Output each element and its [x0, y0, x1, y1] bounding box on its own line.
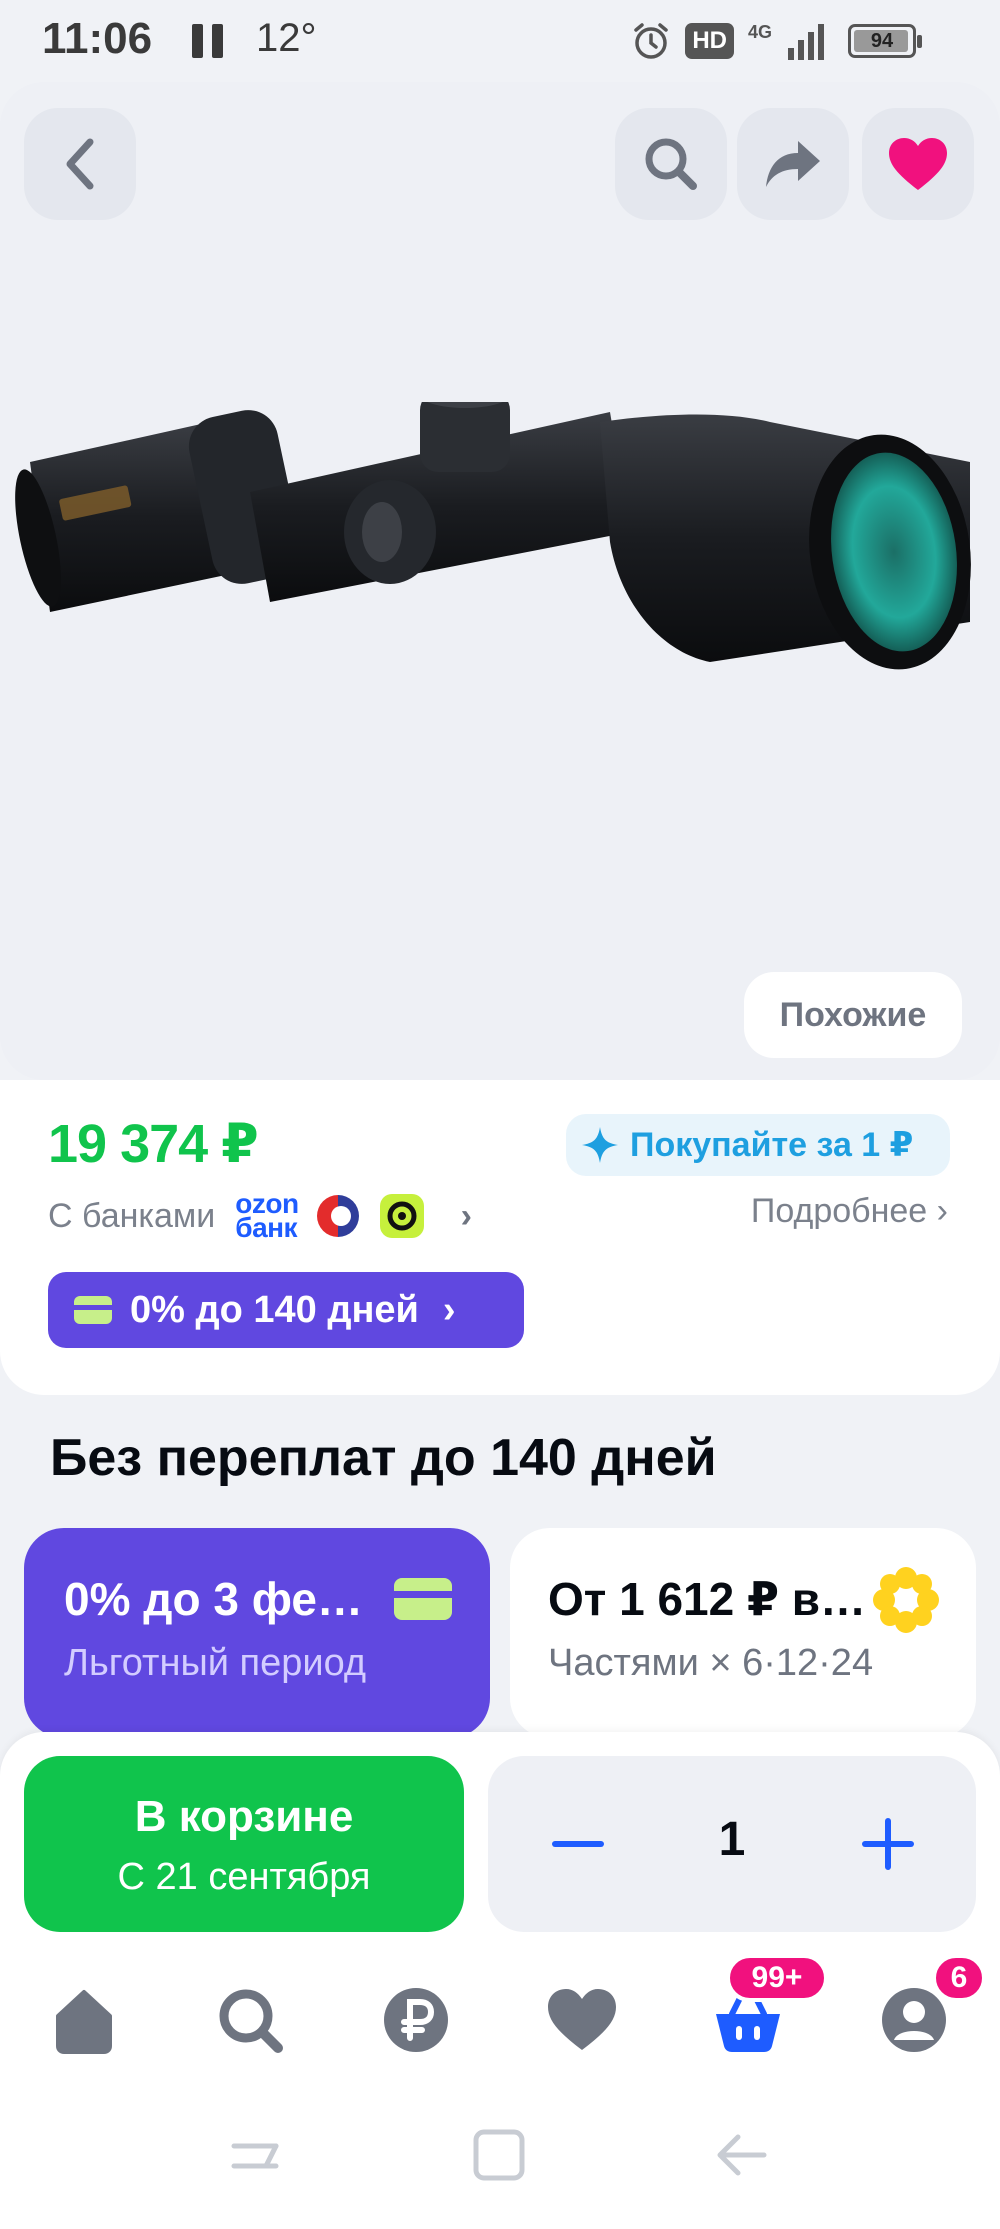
product-gallery[interactable]: Похожие	[0, 82, 1000, 1080]
home-icon[interactable]	[44, 1980, 124, 2060]
promo-parts-card[interactable]: От 1 612 ₽ в… Частями × 6·12·24	[510, 1528, 976, 1738]
similar-products-button[interactable]: Похожие	[744, 972, 962, 1058]
in-cart-button[interactable]: В корзине С 21 сентября	[24, 1756, 464, 1932]
profile-count-badge: 6	[932, 1954, 986, 2002]
card-icon	[74, 1296, 112, 1324]
promo-grace-subtitle: Льготный период	[64, 1642, 367, 1684]
network-type: 4G	[747, 21, 772, 42]
search-button[interactable]	[615, 108, 727, 220]
home-square-icon[interactable]	[464, 2120, 534, 2190]
battery-icon: 94	[848, 24, 922, 58]
promo-parts-title: От 1 612 ₽ в…	[548, 1573, 867, 1625]
bank-logo-green-icon	[379, 1194, 424, 1238]
chevron-right-icon: ›	[936, 1192, 948, 1230]
flower-logo-icon	[873, 1567, 939, 1633]
buy-for-1-badge[interactable]: Покупайте за 1 ₽	[566, 1114, 950, 1176]
banks-label: С банками	[48, 1196, 216, 1235]
banks-row[interactable]: С банками ozon банк ›	[48, 1188, 472, 1244]
promo-grace-period-card[interactable]: 0% до 3 фе… Льготный период	[24, 1528, 490, 1738]
status-indicators: HD 4G 94	[631, 18, 922, 64]
price-card: 19 374 ₽ Покупайте за 1 ₽ С банками ozon…	[0, 1080, 1000, 1395]
promo-grace-title: 0% до 3 фе…	[64, 1573, 363, 1625]
status-temperature: 12°	[256, 16, 317, 60]
search-icon[interactable]	[210, 1980, 290, 2060]
status-time: 11:06	[42, 14, 153, 63]
product-price: 19 374 ₽	[48, 1114, 259, 1174]
battery-level: 94	[870, 30, 894, 52]
in-cart-label: В корзине	[134, 1792, 354, 1841]
quantity-stepper: 1	[488, 1756, 976, 1932]
heart-icon[interactable]	[542, 1980, 622, 2060]
chevron-right-icon: ›	[460, 1196, 472, 1235]
product-image[interactable]	[10, 402, 990, 882]
ozon-bank-logo: ozon банк	[235, 1190, 299, 1243]
status-bar: 11:06 12° HD 4G 94	[0, 0, 1000, 82]
buy-for-1-label: Покупайте за 1 ₽	[630, 1126, 914, 1164]
chevron-left-icon	[66, 138, 94, 190]
more-details-link[interactable]: Подробнее ›	[751, 1192, 948, 1231]
heart-icon	[889, 138, 947, 190]
chevron-right-icon: ›	[442, 1288, 456, 1331]
installment-button[interactable]: 0% до 140 дней ›	[48, 1272, 524, 1348]
more-details-label: Подробнее	[750, 1192, 928, 1230]
back-arrow-icon[interactable]	[706, 2120, 776, 2190]
bottom-nav	[0, 1958, 1000, 2080]
share-button[interactable]	[737, 108, 849, 220]
sparkle-icon	[582, 1127, 618, 1163]
system-navigation-bar	[0, 2080, 1000, 2229]
installment-label: 0% до 140 дней	[130, 1288, 419, 1331]
share-arrow-icon	[766, 141, 820, 187]
decrease-quantity-button[interactable]	[548, 1814, 608, 1874]
signal-icon	[788, 24, 824, 60]
section-title: Без переплат до 140 дней	[50, 1429, 717, 1487]
quantity-value: 1	[718, 1813, 746, 1866]
delivery-date: С 21 сентября	[117, 1856, 371, 1898]
promo-parts-subtitle: Частями × 6·12·24	[548, 1642, 874, 1684]
card-icon	[394, 1578, 452, 1620]
ruble-icon[interactable]	[376, 1980, 456, 2060]
cart-panel: В корзине С 21 сентября 1	[0, 1732, 1000, 1958]
ozon-bank-logo-line2: банк	[235, 1212, 298, 1243]
recent-apps-icon[interactable]	[220, 2120, 290, 2190]
media-pause-icon	[192, 24, 224, 58]
favorite-button[interactable]	[862, 108, 974, 220]
increase-quantity-button[interactable]	[858, 1814, 918, 1874]
alarm-icon	[634, 23, 669, 59]
hd-badge: HD	[685, 23, 734, 59]
bank-logo-red-blue-icon	[316, 1195, 359, 1237]
cart-count-badge: 99+	[726, 1954, 828, 2002]
back-button[interactable]	[24, 108, 136, 220]
search-icon	[645, 138, 697, 190]
